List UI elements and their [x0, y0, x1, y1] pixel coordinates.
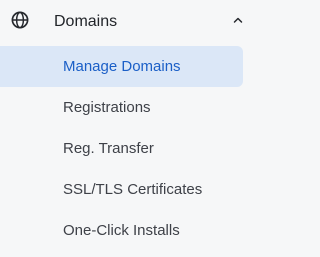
nav-item-label: One-Click Installs: [63, 222, 180, 239]
nav-item-one-click-installs[interactable]: One-Click Installs: [0, 210, 243, 251]
nav-item-label: Manage Domains: [63, 58, 181, 75]
section-title: Domains: [54, 13, 118, 30]
nav-item-label: Registrations: [63, 99, 151, 116]
domains-nav-section: Domains Manage Domains Registrations Reg…: [0, 0, 243, 257]
nav-item-label: Reg. Transfer: [63, 140, 154, 157]
domains-section-header[interactable]: Domains: [0, 0, 243, 44]
domains-subnav: Manage Domains Registrations Reg. Transf…: [0, 46, 243, 251]
nav-item-manage-domains[interactable]: Manage Domains: [0, 46, 243, 87]
nav-item-ssl-tls-certificates[interactable]: SSL/TLS Certificates: [0, 169, 243, 210]
globe-icon: [11, 11, 29, 29]
nav-item-reg-transfer[interactable]: Reg. Transfer: [0, 128, 243, 169]
chevron-up-icon[interactable]: [233, 16, 243, 24]
nav-item-label: SSL/TLS Certificates: [63, 181, 203, 198]
nav-item-registrations[interactable]: Registrations: [0, 87, 243, 128]
